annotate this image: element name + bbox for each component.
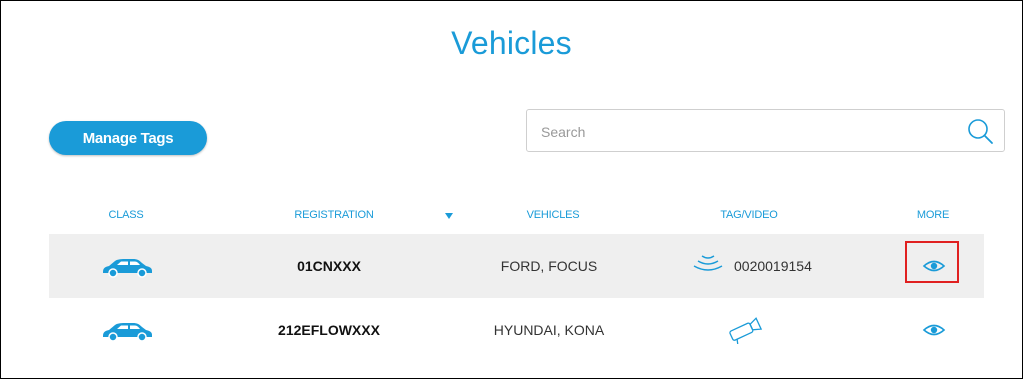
registration-cell: 01CNXXX bbox=[297, 258, 361, 274]
tag-number-cell: 0020019154 bbox=[734, 258, 812, 274]
header-class: CLASS bbox=[108, 209, 144, 221]
table-row: 212EFLOWXXX HYUNDAI, KONA bbox=[49, 298, 984, 362]
app-frame: Vehicles Manage Tags CLASS REGISTRATION … bbox=[0, 0, 1023, 379]
rfid-tag-icon bbox=[693, 255, 723, 271]
car-icon bbox=[103, 323, 152, 342]
vehicle-cell: HYUNDAI, KONA bbox=[493, 322, 605, 338]
manage-tags-button[interactable]: Manage Tags bbox=[49, 121, 207, 155]
eye-icon[interactable] bbox=[922, 322, 946, 338]
sort-down-icon[interactable] bbox=[445, 213, 453, 219]
video-camera-icon bbox=[729, 317, 763, 344]
vehicle-cell: FORD, FOCUS bbox=[500, 258, 598, 274]
header-more: MORE bbox=[916, 209, 950, 221]
header-vehicles: VEHICLES bbox=[526, 209, 580, 221]
header-registration[interactable]: REGISTRATION bbox=[276, 209, 392, 221]
table-row: 01CNXXX FORD, FOCUS 0020019154 bbox=[49, 234, 984, 298]
header-tag-video: TAG/VIDEO bbox=[720, 209, 778, 221]
car-icon bbox=[103, 259, 152, 278]
page-title: Vehicles bbox=[451, 25, 572, 61]
search-icon[interactable] bbox=[966, 117, 994, 145]
search-input[interactable] bbox=[539, 120, 963, 144]
highlight-box bbox=[905, 241, 959, 283]
search-box[interactable] bbox=[526, 109, 1005, 152]
registration-cell: 212EFLOWXXX bbox=[278, 322, 380, 338]
